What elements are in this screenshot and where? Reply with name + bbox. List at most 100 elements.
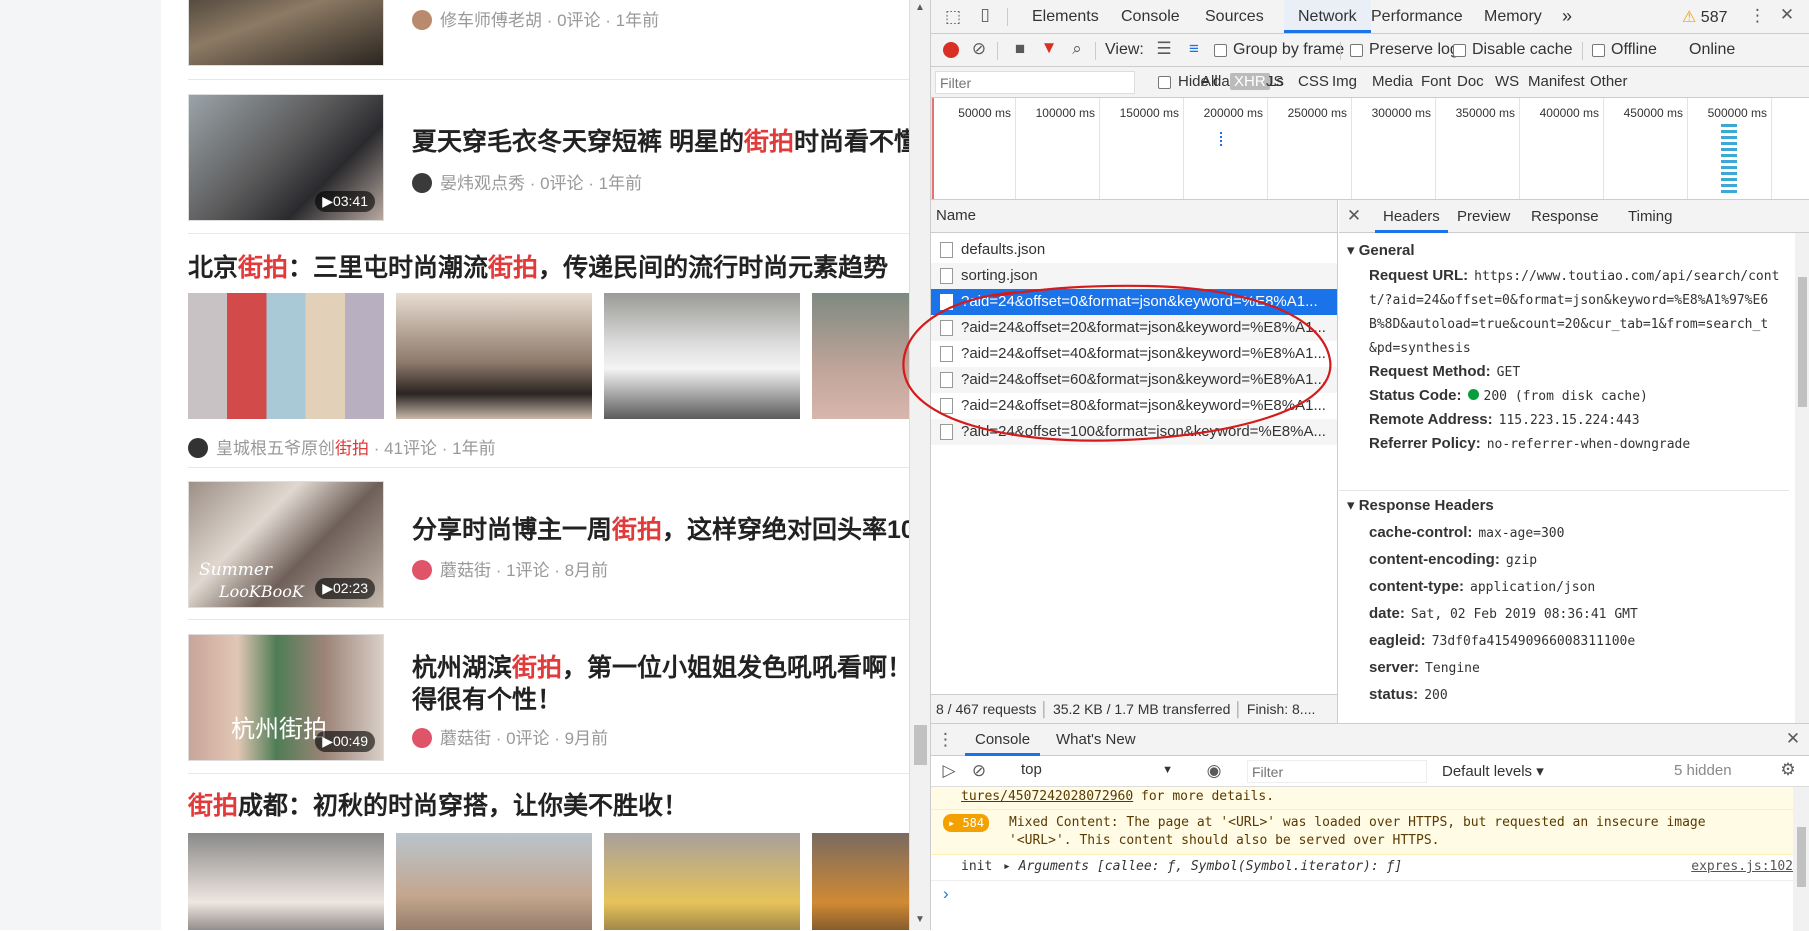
network-timeline-overview[interactable]: 50000 ms 100000 ms 150000 ms 200000 ms 25000… [931, 98, 1809, 200]
tab-network[interactable]: Network [1284, 0, 1371, 33]
log-levels-select[interactable]: Default levels ▾ [1442, 762, 1544, 780]
general-section-header[interactable]: ▾ General [1347, 241, 1415, 259]
drawer-tab-console[interactable]: Console [965, 724, 1041, 756]
eye-icon[interactable]: ◉ [1203, 761, 1225, 781]
group-by-frame-checkbox[interactable] [1214, 44, 1227, 57]
filter-type-js[interactable]: JS [1266, 73, 1284, 90]
filter-input[interactable] [935, 71, 1135, 94]
request-row[interactable]: sorting.json [931, 263, 1337, 289]
offline-checkbox[interactable] [1592, 44, 1605, 57]
item-title[interactable]: 分享时尚博主一周街拍，这样穿绝对回头率100 [412, 510, 909, 546]
log-arguments[interactable]: ▸ Arguments [callee: ƒ, Symbol(Symbol.it… [1003, 855, 1402, 879]
gallery-image[interactable] [604, 833, 800, 930]
feed-item[interactable]: ▶03:41 夏天穿毛衣冬天穿短裤 明星的街拍时尚看不懂 晏炜观点秀 · 0评论… [188, 80, 909, 234]
context-select[interactable]: top ▼ [1021, 761, 1177, 782]
feed-item[interactable]: 杭州街拍 ▶00:49 杭州湖滨街拍，第一位小姐姐发色吼吼看啊！ 得很有个性！ … [188, 620, 909, 774]
item-title[interactable]: 夏天穿毛衣冬天穿短裤 明星的街拍时尚看不懂 [412, 122, 909, 158]
request-row[interactable]: ?aid=24&offset=0&format=json&keyword=%E8… [931, 289, 1337, 315]
video-thumbnail[interactable] [188, 0, 384, 66]
console-scrollbar[interactable] [1793, 787, 1809, 931]
filter-type-doc[interactable]: Doc [1457, 73, 1484, 90]
disable-cache-checkbox[interactable] [1453, 44, 1466, 57]
throttling-select[interactable]: Online [1689, 41, 1735, 59]
feed-item[interactable]: 修车师傅老胡 · 0评论 · 1年前 [188, 0, 909, 80]
console-link[interactable]: tures/4507242028072960 [961, 789, 1133, 804]
log-source-link[interactable]: expres.js:102 [1691, 855, 1793, 879]
customize-menu-icon[interactable]: ⋮ [1749, 6, 1766, 26]
device-toolbar-icon[interactable]: ▯ [975, 5, 995, 25]
filter-type-all[interactable]: All [1201, 73, 1218, 90]
author-name[interactable]: 修车师傅老胡 [440, 11, 542, 30]
drawer-menu-icon[interactable]: ⋮ [937, 730, 954, 750]
request-row[interactable]: defaults.json [931, 237, 1337, 263]
filter-type-xhr[interactable]: XHR [1230, 73, 1270, 90]
tab-console[interactable]: Console [1121, 0, 1180, 33]
close-detail-icon[interactable]: ✕ [1345, 206, 1363, 226]
clear-console-icon[interactable]: ⊘ [969, 761, 989, 781]
response-headers-section-header[interactable]: ▾ Response Headers [1347, 496, 1494, 514]
close-drawer-icon[interactable]: ✕ [1783, 729, 1803, 749]
avatar[interactable] [412, 728, 432, 748]
author-name[interactable]: 蘑菇街 [440, 561, 491, 580]
video-thumbnail[interactable]: 杭州街拍 ▶00:49 [188, 634, 384, 761]
gallery-image[interactable] [812, 833, 909, 930]
tab-sources[interactable]: Sources [1205, 0, 1264, 33]
tab-headers[interactable]: Headers [1375, 200, 1448, 233]
avatar[interactable] [412, 10, 432, 30]
feed-item[interactable]: 北京街拍：三里屯时尚潮流街拍，传递民间的流行时尚元素趋势 皇城根五爷原创街拍 ·… [188, 234, 909, 468]
gallery-image[interactable] [604, 293, 800, 419]
console-filter-input[interactable] [1247, 760, 1427, 783]
request-row[interactable]: ?aid=24&offset=80&format=json&keyword=%E… [931, 393, 1337, 419]
close-devtools-icon[interactable]: ✕ [1777, 5, 1797, 25]
scroll-down-arrow-icon[interactable]: ▼ [915, 914, 925, 925]
item-title[interactable]: 街拍成都：初秋的时尚穿搭，让你美不胜收！ [188, 786, 688, 822]
filter-type-other[interactable]: Other [1590, 73, 1628, 90]
avatar[interactable] [412, 173, 432, 193]
page-scrollbar[interactable]: ▲ ▼ [909, 0, 930, 930]
more-tabs-button[interactable]: » [1562, 0, 1572, 33]
request-row[interactable]: ?aid=24&offset=60&format=json&keyword=%E… [931, 367, 1337, 393]
item-title[interactable]: 北京街拍：三里屯时尚潮流街拍，传递民间的流行时尚元素趋势 [188, 248, 888, 284]
search-icon[interactable]: ⌕ [1067, 39, 1087, 59]
tab-timing[interactable]: Timing [1628, 200, 1672, 233]
gallery-image[interactable] [812, 293, 909, 419]
request-row[interactable]: ?aid=24&offset=20&format=json&keyword=%E… [931, 315, 1337, 341]
filter-type-ws[interactable]: WS [1495, 73, 1519, 90]
page-scrollbar-thumb[interactable] [914, 725, 927, 765]
sidebar-toggle-icon[interactable]: ▷ [939, 761, 959, 781]
item-title[interactable]: 杭州湖滨街拍，第一位小姐姐发色吼吼看啊！ [412, 648, 909, 684]
tab-elements[interactable]: Elements [1032, 0, 1099, 33]
warning-counter[interactable]: ⚠ 587 [1682, 7, 1728, 27]
hide-data-urls-checkbox[interactable] [1158, 76, 1171, 89]
drawer-tab-whats-new[interactable]: What's New [1056, 724, 1136, 756]
console-prompt[interactable]: › [943, 884, 949, 904]
record-button[interactable] [943, 42, 959, 58]
video-thumbnail[interactable]: ▶03:41 [188, 94, 384, 221]
author-name[interactable]: 蘑菇街 [440, 729, 491, 748]
tab-response[interactable]: Response [1531, 200, 1599, 233]
preserve-log-checkbox[interactable] [1350, 44, 1363, 57]
tab-memory[interactable]: Memory [1484, 0, 1542, 33]
request-row[interactable]: ?aid=24&offset=100&format=json&keyword=%… [931, 419, 1337, 445]
avatar[interactable] [412, 560, 432, 580]
filter-type-manifest[interactable]: Manifest [1528, 73, 1585, 90]
inspect-element-icon[interactable]: ⬚ [943, 7, 963, 27]
item-title-line2[interactable]: 得很有个性！ [412, 680, 562, 716]
tab-preview[interactable]: Preview [1457, 200, 1510, 233]
gallery-image[interactable] [396, 833, 592, 930]
filter-funnel-icon[interactable]: ▼ [1039, 38, 1059, 58]
tab-performance[interactable]: Performance [1371, 0, 1463, 33]
filter-type-font[interactable]: Font [1421, 73, 1451, 90]
video-thumbnail[interactable]: Summer LooKBooK ▶02:23 [188, 481, 384, 608]
scroll-up-arrow-icon[interactable]: ▲ [915, 2, 925, 13]
console-settings-gear-icon[interactable]: ⚙ [1777, 760, 1799, 780]
filter-type-media[interactable]: Media [1372, 73, 1413, 90]
filter-type-img[interactable]: Img [1332, 73, 1357, 90]
author-name[interactable]: 晏炜观点秀 [440, 174, 525, 193]
gallery-image[interactable] [188, 293, 384, 419]
avatar[interactable] [188, 438, 208, 458]
waterfall-overview-icon[interactable]: ≡ [1184, 39, 1204, 59]
clear-icon[interactable]: ⊘ [969, 39, 989, 59]
large-rows-icon[interactable]: ☰ [1154, 39, 1174, 59]
request-row[interactable]: ?aid=24&offset=40&format=json&keyword=%E… [931, 341, 1337, 367]
